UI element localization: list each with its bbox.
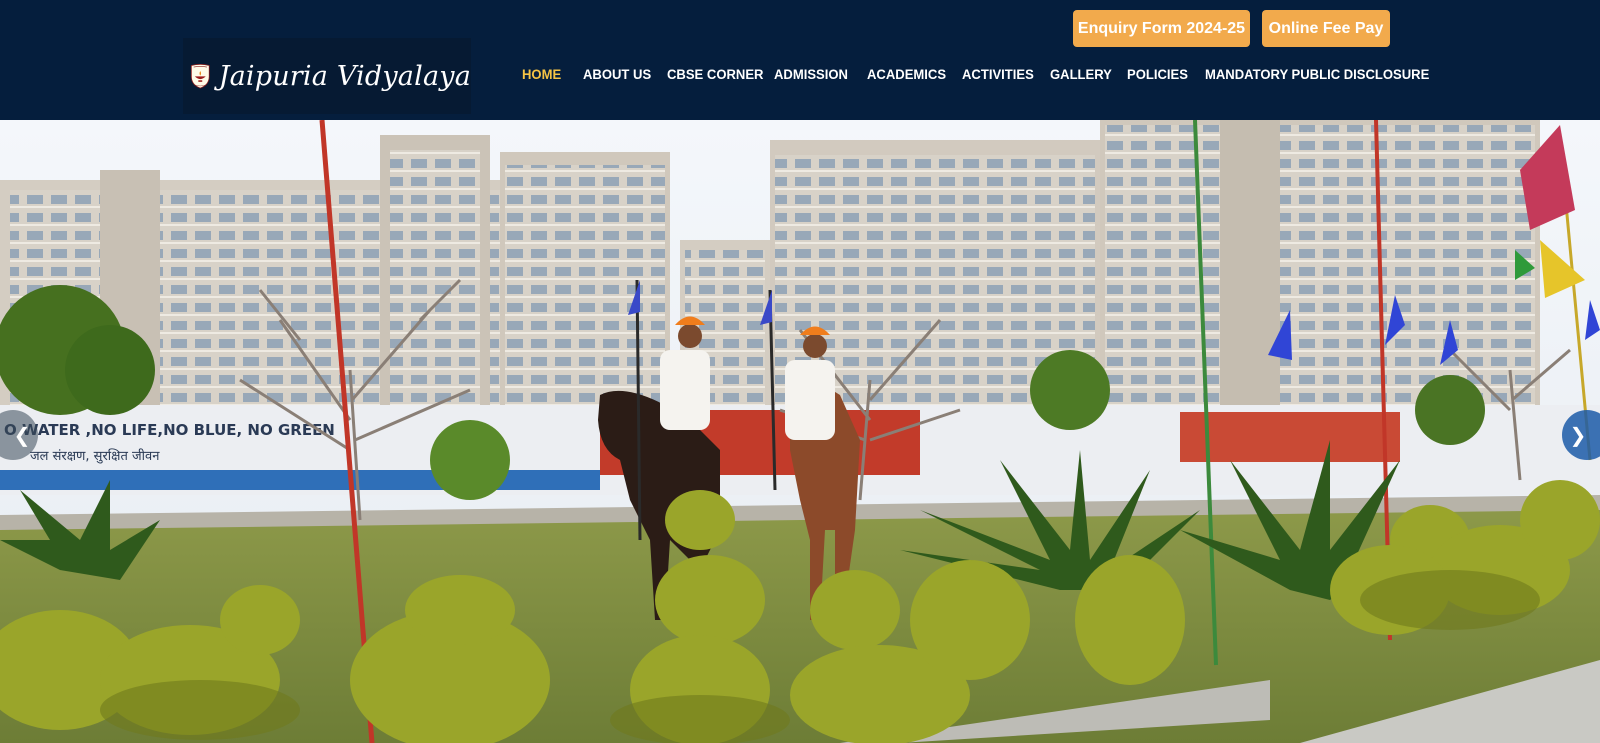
diya-crest-icon — [190, 63, 210, 89]
chevron-right-icon: ❯ — [1569, 424, 1587, 447]
hero-slider: O WATER ,NO LIFE,NO BLUE, NO GREEN जल सं… — [0, 120, 1600, 743]
nav-home[interactable]: HOME — [522, 67, 578, 83]
nav-activities[interactable]: ACTIVITIES — [962, 67, 1043, 83]
brand-name: Jaipuria Vidyalaya — [218, 60, 471, 92]
online-fee-pay-button[interactable]: Online Fee Pay — [1262, 10, 1390, 47]
nav-academics[interactable]: ACADEMICS — [867, 67, 954, 83]
site-header: Jaipuria Vidyalaya Enquiry Form 2024-25 … — [0, 0, 1600, 120]
wall-slogan: O WATER ,NO LIFE,NO BLUE, NO GREEN — [4, 421, 335, 439]
prev-slide-button[interactable]: ❮ — [0, 410, 44, 460]
nav-gallery[interactable]: GALLERY — [1050, 67, 1121, 83]
next-slide-button[interactable]: ❯ — [1556, 410, 1600, 460]
nav-cbse-corner[interactable]: CBSE CORNER — [667, 67, 765, 83]
chevron-left-icon: ❮ — [13, 424, 31, 447]
site-logo[interactable]: Jaipuria Vidyalaya — [183, 38, 471, 114]
nav-admission[interactable]: ADMISSION — [774, 67, 860, 83]
enquiry-form-button[interactable]: Enquiry Form 2024-25 — [1073, 10, 1250, 47]
nav-mandatory-public-disclosure[interactable]: MANDATORY PUBLIC DISCLOSURE — [1205, 67, 1429, 83]
nav-about-us[interactable]: ABOUT US — [583, 67, 660, 83]
nav-policies[interactable]: POLICIES — [1127, 67, 1199, 83]
hero-image: O WATER ,NO LIFE,NO BLUE, NO GREEN जल सं… — [0, 120, 1600, 743]
main-nav: HOME ABOUT US CBSE CORNER ADMISSION ACAD… — [522, 64, 1449, 86]
wall-slogan-hindi: जल संरक्षण, सुरक्षित जीवन — [30, 448, 160, 464]
